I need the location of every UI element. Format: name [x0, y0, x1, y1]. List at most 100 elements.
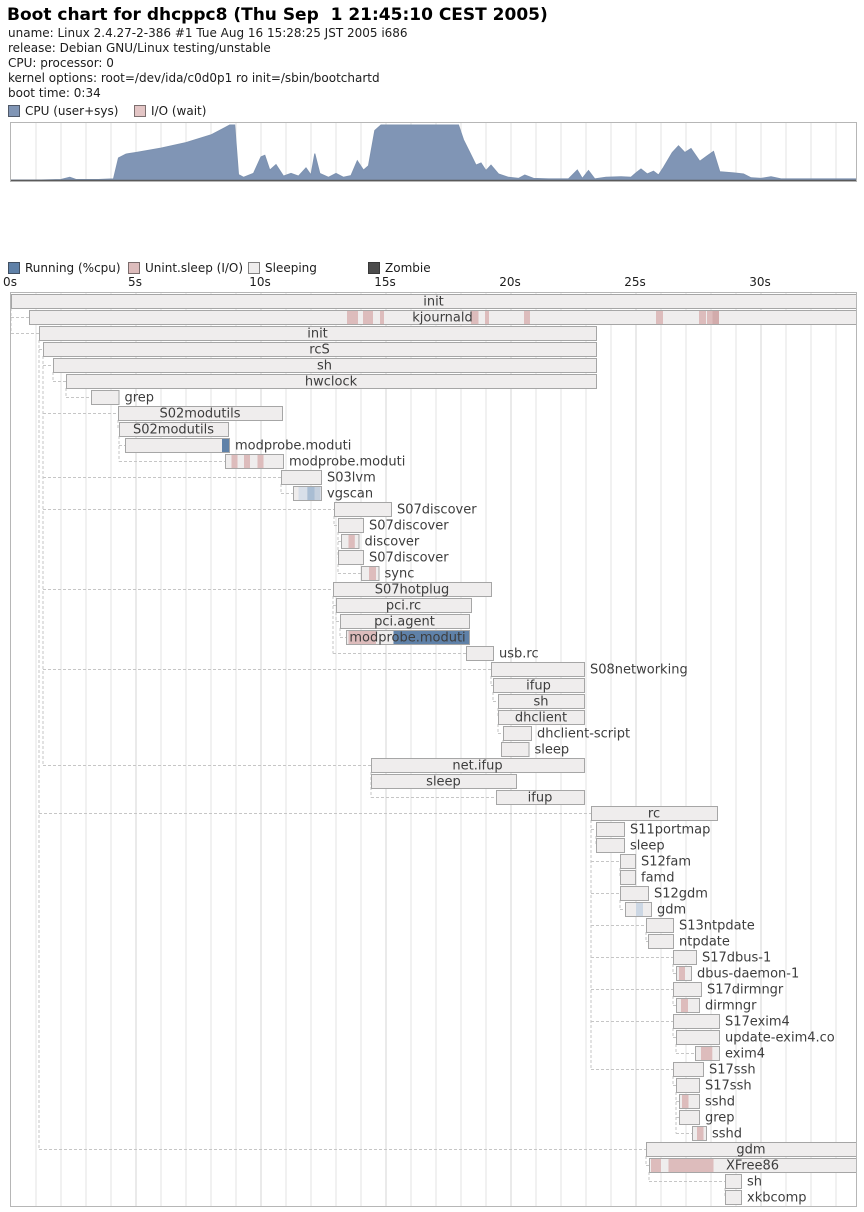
process-label: modprobe.moduti: [289, 455, 405, 470]
process-bar-segment-io: [699, 311, 706, 324]
process-bar-segment-io: [524, 311, 530, 324]
process-label: S12gdm: [654, 887, 708, 902]
process-label: dbus-daemon-1: [697, 967, 799, 982]
cpu-legend-label: CPU (user+sys): [25, 104, 118, 118]
process-bar: [492, 663, 585, 677]
process-label: sync: [385, 567, 415, 582]
process-bar: [339, 519, 364, 533]
process-label: S17exim4: [725, 1015, 790, 1030]
process-bar: [621, 855, 636, 869]
process-bar-segment-run: [222, 439, 229, 452]
process-label: update-exim4.co: [725, 1031, 835, 1046]
process-bar: [335, 503, 392, 517]
process-label: rcS: [309, 343, 329, 358]
process-bar-segment-io: [380, 311, 384, 324]
process-label: S17dirmngr: [707, 983, 784, 998]
process-label: ifup: [528, 791, 553, 806]
process-bar: [674, 983, 702, 997]
process-bar: [726, 1175, 742, 1189]
time-tick-label: 15s: [374, 275, 396, 289]
process-label: sleep: [535, 743, 570, 758]
process-bar-segment-io: [707, 311, 713, 324]
process-label: usb.rc: [499, 647, 539, 662]
process-label: S08networking: [590, 663, 688, 678]
cpu-legend: CPU (user+sys) I/O (wait): [8, 104, 214, 118]
process-bar-segment-io: [669, 1159, 714, 1172]
process-label: S07discover: [369, 551, 449, 566]
process-label: S07discover: [397, 503, 477, 518]
process-label: modprobe.moduti: [349, 631, 465, 646]
process-bar-segment-io: [679, 967, 685, 980]
process-label: vgscan: [327, 487, 373, 502]
process-bar-segment-io: [349, 535, 355, 548]
zombie-swatch-icon: [368, 262, 380, 274]
process-tree-chart: initkjournaldinitrcSshhwclockgrepS02modu…: [10, 292, 857, 1207]
process-bar: [726, 1191, 742, 1205]
process-bar: [621, 887, 649, 901]
process-label: sh: [317, 359, 332, 374]
legend-item-running: Running (%cpu): [8, 261, 120, 275]
cpu-chart-svg: [11, 123, 856, 181]
process-label: sshd: [705, 1095, 735, 1110]
process-label: rc: [648, 807, 660, 822]
process-bar: [126, 439, 230, 453]
time-tick-label: 25s: [624, 275, 646, 289]
process-label: S13ntpdate: [679, 919, 755, 934]
process-label: S03lvm: [327, 471, 376, 486]
info-line-cpu: CPU: processor: 0: [8, 56, 114, 70]
process-bar: [282, 471, 322, 485]
legend-label-unint-sleep: Unint.sleep (I/O): [145, 261, 243, 275]
process-bar-segment-io: [258, 455, 264, 468]
process-label: grep: [705, 1111, 735, 1126]
process-bar: [647, 919, 674, 933]
process-bar-segment-io: [369, 567, 376, 580]
process-bar: [504, 727, 532, 741]
process-label: xkbcomp: [747, 1191, 807, 1206]
time-tick-label: 30s: [749, 275, 771, 289]
process-bar: [339, 551, 364, 565]
io-wait-swatch-icon: [134, 105, 146, 117]
process-bar-segment-io: [347, 311, 358, 324]
cpu-user-sys-swatch-icon: [8, 105, 20, 117]
process-bar: [621, 871, 636, 885]
info-line-kernel-options: kernel options: root=/dev/ida/c0d0p1 ro …: [8, 71, 380, 85]
process-label: sh: [747, 1175, 762, 1190]
process-bar-segment-io: [697, 1127, 704, 1140]
cpu-area-series: [11, 125, 856, 181]
process-label: S11portmap: [630, 823, 710, 838]
process-label: S17ssh: [709, 1063, 756, 1078]
process-bar: [597, 823, 625, 837]
process-bar: [92, 391, 120, 405]
process-bar: [502, 743, 530, 757]
legend-label-sleeping: Sleeping: [265, 261, 317, 275]
process-label: sshd: [712, 1127, 742, 1142]
bootchart-page: { "header": { "title": "Boot chart for d…: [0, 0, 864, 1212]
process-label: famd: [641, 871, 674, 886]
process-bar-segment-io: [656, 311, 663, 324]
page-title: Boot chart for dhcppc8 (Thu Sep 1 21:45:…: [7, 5, 548, 25]
legend-item-zombie: Zombie: [368, 261, 431, 275]
cpu-legend-label: I/O (wait): [151, 104, 206, 118]
legend-label-zombie: Zombie: [385, 261, 431, 275]
process-bar-segment-io: [651, 1159, 661, 1172]
process-bar: [467, 647, 494, 661]
process-label: S17dbus-1: [702, 951, 771, 966]
process-label: dhclient-script: [537, 727, 630, 742]
process-label: ifup: [526, 679, 551, 694]
process-label: pci.agent: [374, 615, 435, 630]
legend-item-sleeping: Sleeping: [248, 261, 360, 275]
process-label: XFree86: [726, 1159, 779, 1174]
process-label: gdm: [736, 1143, 765, 1158]
process-label: sleep: [426, 775, 461, 790]
process-bar: [677, 1031, 720, 1045]
process-chart-svg: initkjournaldinitrcSshhwclockgrepS02modu…: [11, 293, 856, 1206]
process-bar-segment-custom: [307, 487, 315, 500]
cpu-legend-item-io: I/O (wait): [134, 104, 206, 118]
process-label: dhclient: [515, 711, 567, 726]
process-label: S02modutils: [160, 407, 241, 422]
process-bar: [597, 839, 625, 853]
process-bar: [674, 1015, 720, 1029]
process-bar-segment-io: [232, 455, 238, 468]
info-line-uname: uname: Linux 2.4.27-2-386 #1 Tue Aug 16 …: [8, 26, 408, 40]
process-state-legend: Running (%cpu) Unint.sleep (I/O) Sleepin…: [8, 261, 439, 275]
